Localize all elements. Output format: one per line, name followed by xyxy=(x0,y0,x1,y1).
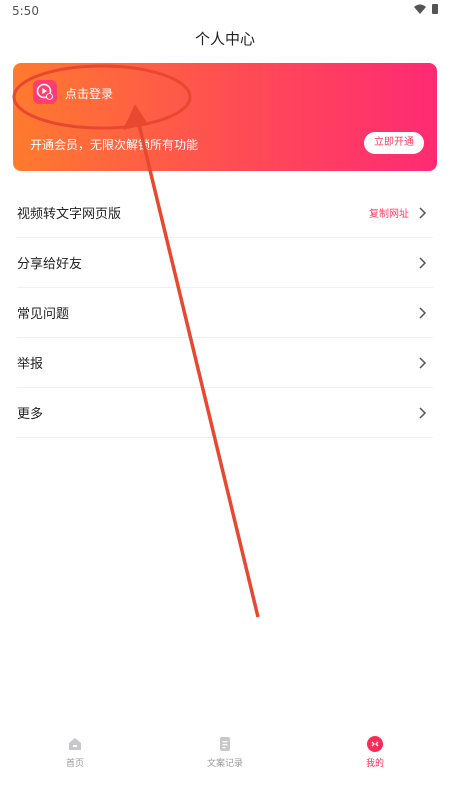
tab-label: 文案记录 xyxy=(206,759,243,769)
profile-icon xyxy=(367,736,383,752)
document-icon xyxy=(220,737,230,751)
copy-url-link[interactable]: 复制网址 xyxy=(369,205,409,220)
menu-item-more[interactable]: 更多 xyxy=(17,388,433,438)
page-title: 个人中心 xyxy=(194,30,255,48)
menu-item-report[interactable]: 举报 xyxy=(17,338,433,388)
menu-item-web-version[interactable]: 视频转文字网页版 复制网址 xyxy=(17,188,433,238)
vip-description: 开通会员，无限次解锁所有功能 xyxy=(30,138,199,152)
menu-item-label: 分享给好友 xyxy=(17,257,83,272)
menu-item-share[interactable]: 分享给好友 xyxy=(17,238,433,288)
menu-item-label: 视频转文字网页版 xyxy=(17,207,122,222)
tab-home[interactable]: 首页 xyxy=(0,736,150,786)
login-link[interactable]: 点击登录 xyxy=(65,85,113,102)
chevron-right-icon xyxy=(419,256,427,269)
battery-icon xyxy=(432,4,438,14)
chevron-right-icon xyxy=(419,406,427,419)
play-icon xyxy=(36,83,53,100)
open-membership-button[interactable]: 立即开通 xyxy=(364,132,424,154)
menu-item-label: 举报 xyxy=(17,357,44,372)
chevron-right-icon xyxy=(419,356,427,369)
status-bar: 5:50 xyxy=(0,0,450,22)
menu-list: 视频转文字网页版 复制网址 分享给好友 常见问题 举报 更多 xyxy=(17,188,433,438)
tab-label: 我的 xyxy=(365,759,384,769)
status-icons xyxy=(414,4,438,14)
tab-mine[interactable]: 我的 xyxy=(300,736,450,786)
home-icon xyxy=(69,738,81,750)
menu-item-label: 常见问题 xyxy=(17,307,70,322)
chevron-right-icon xyxy=(419,306,427,319)
chevron-right-icon xyxy=(419,206,427,219)
menu-item-faq[interactable]: 常见问题 xyxy=(17,288,433,338)
wifi-icon xyxy=(414,4,426,14)
menu-item-label: 更多 xyxy=(17,407,44,422)
tab-label: 首页 xyxy=(65,759,84,769)
tab-bar: 首页 文案记录 我的 xyxy=(0,736,450,786)
member-card: 点击登录 开通会员，无限次解锁所有功能 立即开通 xyxy=(13,63,437,171)
tab-records[interactable]: 文案记录 xyxy=(150,736,300,786)
app-logo-icon[interactable] xyxy=(33,80,57,104)
status-time: 5:50 xyxy=(12,4,39,18)
